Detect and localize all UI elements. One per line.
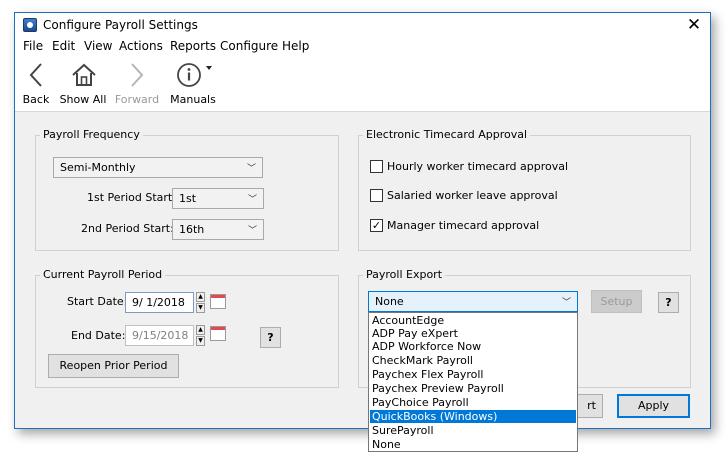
calendar-icon[interactable] [210, 326, 226, 341]
first-period-select[interactable]: 1st ﹀ [172, 188, 264, 209]
menu-view[interactable]: View [84, 39, 112, 53]
hourly-approval-label: Hourly worker timecard approval [387, 160, 569, 173]
spin-down-icon[interactable]: ▼ [196, 303, 205, 313]
dropdown-option[interactable]: Paychex Preview Payroll [370, 382, 576, 395]
hourly-approval-checkbox[interactable] [370, 160, 383, 173]
chevron-down-icon: ﹀ [247, 226, 257, 236]
forward-label: Forward [114, 93, 160, 106]
app-icon [23, 18, 37, 32]
toolbar: Back Show All Forward Manuals [15, 56, 710, 112]
second-period-select[interactable]: 16th ﹀ [172, 219, 264, 240]
payroll-export-value: None [375, 295, 404, 308]
chevron-down-icon: ﹀ [561, 298, 571, 308]
back-label: Back [22, 93, 50, 106]
end-date-spinner[interactable]: ▲ ▼ [196, 325, 205, 346]
back-button[interactable]: Back [19, 56, 53, 112]
apply-button[interactable]: Apply [617, 394, 690, 418]
home-icon [72, 63, 96, 86]
first-period-value: 1st [179, 192, 197, 205]
start-date-input[interactable]: 9/ 1/2018 [125, 292, 194, 313]
dropdown-option[interactable]: Paychex Flex Payroll [370, 368, 576, 381]
menu-help[interactable]: Help [282, 39, 309, 53]
timecard-approval-title: Electronic Timecard Approval [363, 128, 531, 141]
current-period-help-button[interactable]: ? [260, 327, 281, 348]
back-arrow-icon [29, 63, 42, 87]
calendar-icon[interactable] [210, 294, 226, 309]
payroll-frequency-title: Payroll Frequency [40, 128, 143, 141]
menu-bar: File Edit View Actions Reports Configure… [15, 37, 710, 56]
setup-button[interactable]: Setup [591, 290, 642, 313]
spin-down-icon[interactable]: ▼ [196, 336, 205, 346]
dropdown-option[interactable]: None [370, 438, 576, 451]
menu-reports[interactable]: Reports [170, 39, 216, 53]
current-period-title: Current Payroll Period [40, 268, 166, 281]
configure-payroll-window: Configure Payroll Settings ✕ File Edit V… [14, 12, 711, 452]
end-date-input[interactable]: 9/15/2018 [125, 325, 194, 346]
window-title: Configure Payroll Settings [43, 18, 198, 32]
first-period-label: 1st Period Start: [87, 191, 176, 204]
dropdown-option[interactable]: SurePayroll [370, 424, 576, 437]
dropdown-option[interactable]: ADP Workforce Now [370, 340, 576, 353]
dropdown-option-selected[interactable]: QuickBooks (Windows) [370, 410, 576, 423]
menu-file[interactable]: File [23, 39, 43, 53]
dropdown-option[interactable]: AccountEdge [370, 314, 576, 327]
manuals-button[interactable]: Manuals [168, 56, 218, 112]
end-date-label: End Date: [71, 329, 126, 342]
payroll-export-dropdown: AccountEdge ADP Pay eXpert ADP Workforce… [368, 312, 578, 452]
title-bar: Configure Payroll Settings ✕ [15, 13, 710, 37]
show-all-button[interactable]: Show All [59, 56, 107, 112]
frequency-select[interactable]: Semi-Monthly ﹀ [53, 157, 263, 178]
second-period-value: 16th [179, 223, 205, 236]
frequency-value: Semi-Monthly [60, 161, 136, 174]
salaried-approval-checkbox[interactable] [370, 189, 383, 202]
menu-edit[interactable]: Edit [52, 39, 75, 53]
manuals-label: Manuals [170, 93, 216, 106]
forward-arrow-icon [131, 63, 144, 87]
second-period-label: 2nd Period Start: [81, 222, 174, 235]
chevron-down-icon: ﹀ [246, 164, 256, 174]
close-icon[interactable]: ✕ [682, 14, 706, 36]
info-icon [177, 63, 212, 87]
manager-approval-label: Manager timecard approval [387, 219, 540, 232]
payroll-export-title: Payroll Export [363, 268, 446, 281]
reopen-prior-period-button[interactable]: Reopen Prior Period [48, 354, 179, 378]
dropdown-option[interactable]: ADP Pay eXpert [370, 327, 576, 340]
menu-actions[interactable]: Actions [119, 39, 163, 53]
chevron-down-icon: ﹀ [247, 195, 257, 205]
manager-approval-checkbox[interactable]: ✓ [370, 219, 383, 232]
dropdown-option[interactable]: PayChoice Payroll [370, 396, 576, 409]
menu-configure[interactable]: Configure [220, 39, 278, 53]
salaried-approval-label: Salaried worker leave approval [387, 189, 558, 202]
show-all-label: Show All [59, 93, 107, 106]
payroll-export-select[interactable]: None ﹀ [368, 291, 578, 312]
payroll-export-help-button[interactable]: ? [658, 292, 679, 313]
spin-up-icon[interactable]: ▲ [196, 325, 205, 335]
start-date-label: Start Date: [67, 295, 128, 308]
start-date-spinner[interactable]: ▲ ▼ [196, 292, 205, 313]
forward-button[interactable]: Forward [114, 56, 160, 112]
spin-up-icon[interactable]: ▲ [196, 292, 205, 302]
dropdown-option[interactable]: CheckMark Payroll [370, 354, 576, 367]
